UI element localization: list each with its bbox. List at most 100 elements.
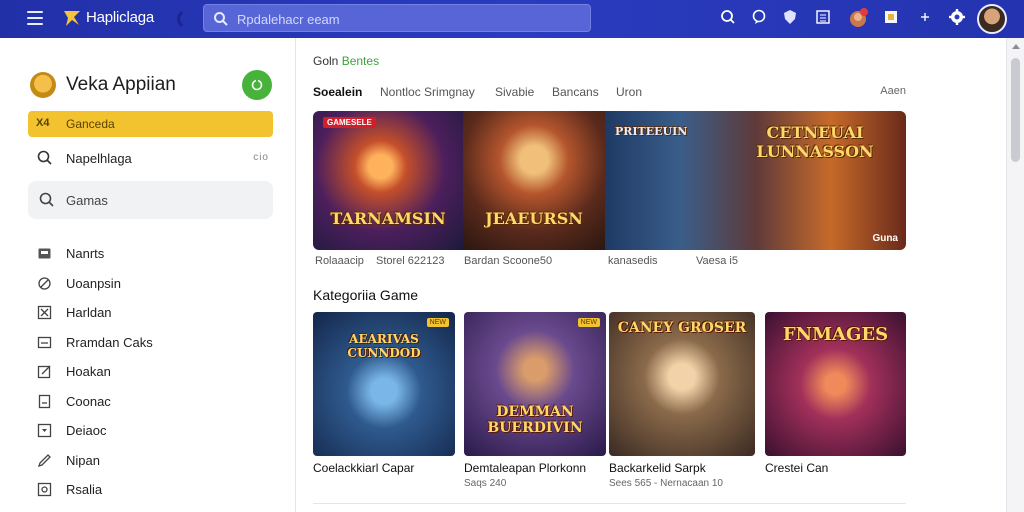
search-icon[interactable] — [718, 7, 738, 27]
banner-meta-item: Storel 622123 — [376, 255, 445, 267]
banner-panel[interactable]: PRITEEUIN CETNEUAI LUNNASSON Guna — [605, 111, 906, 250]
sidebar-item-label: Hoakan — [66, 364, 111, 379]
search-icon — [39, 192, 54, 207]
sidebar-item[interactable]: Nipan — [28, 447, 273, 477]
scroll-thumb[interactable] — [1011, 58, 1020, 162]
games-box-label: Gamas — [66, 193, 108, 208]
game-card-image[interactable]: FNMAGES — [765, 312, 906, 456]
sidebar-nav-list: Nanrts Uoanpsin Harldan Rramdan Caks Hoa… — [28, 240, 273, 506]
refresh-badge-icon[interactable] — [242, 70, 272, 100]
divider — [313, 503, 906, 504]
game-card-title[interactable]: Coelackkiarl Capar — [313, 461, 455, 475]
sidebar-item-label: Coonac — [66, 393, 111, 409]
notification-avatar-icon[interactable] — [846, 6, 870, 30]
sidebar-item[interactable]: Hoakan — [28, 358, 273, 388]
shortcut-hint: cio — [253, 152, 269, 163]
new-chip: NEW — [426, 318, 449, 327]
game-card-image[interactable]: NEW DEMMAN BUERDIVIN — [464, 312, 606, 456]
section-tag: Goln Bentes — [313, 54, 379, 68]
sidebar-item-label: Harldan — [66, 305, 112, 320]
game-card-art-title: AEARIVAS CUNNDOD — [347, 332, 421, 360]
sidebar-item[interactable]: Harldan — [28, 299, 273, 329]
sidebar-item[interactable]: Rramdan Caks — [28, 329, 273, 359]
game-card-title[interactable]: Demtaleapan Plorkonn — [464, 461, 606, 475]
game-card[interactable]: NEW DEMMAN BUERDIVIN Demtaleapan Plorkon… — [464, 312, 606, 489]
plus-icon[interactable] — [915, 7, 935, 27]
pencil-box-icon — [37, 365, 51, 379]
user-avatar[interactable] — [977, 4, 1007, 34]
games-search-box[interactable]: Gamas — [28, 181, 273, 219]
tab-2[interactable]: Nontloc Srimgnay — [380, 85, 475, 99]
sidebar-item-label: Uoanpsin — [66, 275, 121, 291]
see-all-link[interactable]: Aaen — [880, 85, 906, 97]
tab-featured[interactable]: Soealein — [313, 85, 362, 99]
tag-icon — [38, 248, 51, 259]
game-card-image[interactable]: CANEY GROSER — [609, 312, 755, 456]
scrollbar[interactable] — [1006, 38, 1024, 512]
search-icon — [37, 150, 52, 165]
banner-panel[interactable]: JEAEURSN — [463, 111, 605, 250]
crossed-swords-icon: X4 — [36, 117, 50, 129]
game-card-art-title: CANEY GROSER — [617, 320, 747, 336]
search-icon — [214, 12, 228, 26]
featured-banner[interactable]: GAMESELE TARNAMSIN JEAEURSN PRITEEUIN CE… — [313, 111, 906, 250]
sidebar-item[interactable]: Uoanpsin — [28, 270, 273, 300]
sidebar-item-active[interactable]: X4 Ganceda — [28, 111, 273, 137]
banner-subtitle: PRITEEUIN — [615, 125, 688, 138]
banner-meta: Rolaaacip Storel 622123 Bardan Scoone50 … — [313, 255, 906, 269]
banner-meta-item: Rolaaacip — [315, 255, 364, 267]
banner-meta-item: Bardan Scoone50 — [464, 255, 553, 267]
profile-name: Veka Appiian — [66, 74, 176, 95]
section-tag-link[interactable]: Bentes — [342, 54, 379, 68]
search-input[interactable] — [237, 9, 577, 29]
banner-meta-item: Vaesa i5 — [696, 255, 738, 267]
sidebar-item-label: Rsalia — [66, 482, 103, 497]
banner-title: CETNEUAI LUNNASSON — [756, 123, 874, 161]
sidebar-item-label: Napelhlaga — [66, 151, 132, 166]
section-tag-prefix: Goln — [313, 54, 339, 68]
menu-icon[interactable] — [27, 11, 43, 25]
top-app-bar: Hapliclaga — [0, 0, 1024, 38]
pen-icon — [37, 453, 51, 467]
image-box-icon — [37, 482, 52, 497]
sidebar-item-label: Ganceda — [66, 117, 115, 131]
back-chevron-icon[interactable] — [172, 10, 186, 28]
sidebar: Veka Appiian X4 Ganceda Napelhlaga cio G… — [0, 38, 296, 512]
dropdown-box-icon — [37, 423, 52, 438]
game-card-title[interactable]: Backarkelid Sarpk — [609, 461, 755, 475]
profile-avatar[interactable] — [30, 72, 56, 98]
sidebar-item-label: Rramdan Caks — [66, 334, 153, 350]
game-card[interactable]: FNMAGES Crestei Can — [765, 312, 906, 478]
tab-5[interactable]: Uron — [616, 85, 642, 99]
chat-icon[interactable] — [749, 7, 769, 27]
game-card-grid: NEW AEARIVAS CUNNDOD Coelackkiarl Capar … — [313, 312, 906, 512]
sidebar-item[interactable]: Coonac — [28, 388, 273, 418]
sidebar-item[interactable]: Rsalia — [28, 476, 273, 506]
search-bar[interactable] — [203, 4, 591, 32]
logo-icon — [64, 11, 80, 26]
edit-icon — [38, 276, 51, 290]
sidebar-item[interactable]: Nanrts — [28, 240, 273, 270]
app-name[interactable]: Hapliclaga — [86, 9, 154, 26]
tab-4[interactable]: Bancans — [552, 85, 599, 99]
flag-icon[interactable] — [881, 7, 901, 27]
doc-icon — [38, 394, 51, 408]
tab-3[interactable]: Sivabie — [495, 85, 534, 99]
game-card-art-title: DEMMAN BUERDIVIN — [487, 404, 583, 436]
banner-panel[interactable]: GAMESELE TARNAMSIN — [313, 111, 463, 250]
sidebar-item-label: Deiaoc — [66, 423, 107, 438]
settings-icon[interactable] — [947, 7, 967, 27]
window-icon — [37, 336, 52, 348]
shield-icon[interactable] — [780, 7, 800, 27]
game-card[interactable]: NEW AEARIVAS CUNNDOD Coelackkiarl Capar — [313, 312, 455, 478]
game-card-title[interactable]: Crestei Can — [765, 461, 906, 475]
sidebar-item-label: Nipan — [66, 452, 100, 468]
game-card-image[interactable]: NEW AEARIVAS CUNNDOD — [313, 312, 455, 456]
sidebar-item[interactable]: Deiaoc — [28, 417, 273, 447]
game-card[interactable]: CANEY GROSER Backarkelid Sarpk Sees 565 … — [609, 312, 755, 489]
list-icon[interactable] — [813, 7, 833, 27]
scroll-up-icon[interactable] — [1012, 44, 1020, 49]
sidebar-item-search[interactable]: Napelhlaga cio — [28, 145, 273, 171]
banner-badge: GAMESELE — [323, 117, 376, 128]
banner-corner-logo: Guna — [872, 233, 898, 244]
